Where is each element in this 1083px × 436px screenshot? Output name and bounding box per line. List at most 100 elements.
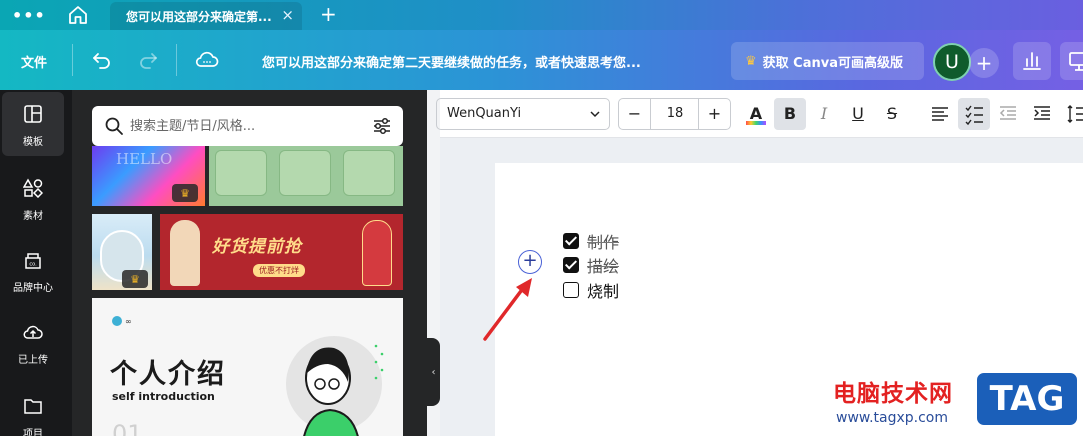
text-color-button[interactable]: A — [740, 98, 772, 130]
elements-icon — [23, 178, 43, 198]
sidebar-item-projects[interactable]: 项目 — [2, 384, 64, 436]
checklist-icon — [965, 105, 983, 126]
search-icon — [105, 117, 123, 135]
new-tab-button[interactable]: + — [320, 2, 337, 26]
outdent-icon — [999, 106, 1016, 120]
checklist-item[interactable]: 描绘 — [563, 253, 619, 277]
checklist-item-text[interactable]: 描绘 — [587, 253, 619, 277]
font-size-stepper: − 18 + — [618, 98, 731, 130]
browser-tab-bar: ••• 您可以用这部分来确定第... × + — [0, 0, 1083, 30]
line-spacing-button[interactable] — [1060, 98, 1083, 130]
add-element-button[interactable]: + — [518, 250, 542, 274]
browser-tab-active[interactable]: 您可以用这部分来确定第... × — [110, 2, 302, 30]
template-thumbnail[interactable]: 好货提前抢 优惠不打烊 — [160, 214, 403, 290]
underline-button[interactable]: U — [842, 98, 874, 130]
thumbnail-text: 优惠不打烊 — [253, 264, 305, 277]
sidebar-item-templates[interactable]: 模板 — [2, 92, 64, 156]
thumbnail-text: 01 — [112, 420, 143, 436]
sidebar-item-label: 品牌中心 — [13, 283, 53, 294]
checkbox-unchecked[interactable] — [563, 282, 579, 298]
sidebar-item-uploads[interactable]: 已上传 — [2, 310, 64, 374]
sidebar-item-label: 项目 — [23, 429, 43, 436]
sidebar-item-brand[interactable]: co. 品牌中心 — [2, 238, 64, 302]
undo-icon[interactable] — [90, 48, 114, 72]
illustration-person — [286, 336, 384, 436]
side-nav: 模板 素材 co. 品牌中心 已上传 项目 — [0, 90, 72, 436]
close-icon[interactable]: × — [281, 6, 294, 24]
indent-icon — [1034, 106, 1050, 120]
crown-icon: ♛ — [172, 184, 198, 202]
sidebar-item-label: 已上传 — [18, 355, 48, 366]
thumbnail-text: 个人介绍 — [110, 359, 226, 390]
bar-chart-icon — [1023, 52, 1041, 70]
redo-icon[interactable] — [136, 48, 160, 72]
watermark-text: 电脑技术网 — [833, 381, 953, 407]
svg-text:co.: co. — [29, 262, 37, 268]
analytics-button[interactable] — [1013, 42, 1051, 80]
chevron-down-icon — [590, 111, 600, 118]
template-thumbnail[interactable]: HELLO ♛ — [92, 146, 205, 206]
crown-icon: ♛ — [745, 53, 757, 69]
search-input[interactable] — [130, 114, 350, 138]
align-left-icon — [932, 107, 948, 121]
divider — [72, 44, 73, 76]
templates-panel: HELLO ♛ ♛ 好货提前抢 优惠不打烊 ∞ 个人介绍 self introd… — [72, 90, 427, 436]
watermark-url: www.tagxp.com — [836, 410, 948, 426]
avatar[interactable]: U — [933, 43, 971, 81]
checkbox-checked[interactable] — [563, 233, 579, 249]
tab-title: 您可以用这部分来确定第... — [126, 10, 272, 24]
file-menu-button[interactable]: 文件 — [21, 52, 47, 71]
home-icon[interactable] — [66, 3, 90, 27]
chevron-left-icon: ‹ — [431, 366, 436, 378]
editor-toolbar: 文件 您可以用这部分来确定第二天要继续做的任务，或者快速思考您... ♛ 获取 … — [0, 30, 1083, 90]
more-dots-icon[interactable]: ••• — [12, 6, 46, 25]
outdent-button[interactable] — [992, 98, 1024, 130]
watermark-logo: TAG — [974, 370, 1080, 428]
template-thumbnail[interactable]: ♛ — [92, 214, 152, 290]
present-button[interactable] — [1060, 42, 1083, 80]
thumbnail-logo: ∞ — [112, 316, 132, 326]
thumbnail-text: HELLO — [116, 150, 173, 168]
strikethrough-button[interactable]: S — [876, 98, 908, 130]
text-format-bar: WenQuanYi − 18 + A B I U S — [436, 90, 1083, 138]
checklist-item[interactable]: 制作 — [563, 229, 619, 253]
divider — [176, 44, 177, 76]
thumbnail-text: 好货提前抢 — [212, 237, 302, 257]
collapse-panel-button[interactable]: ‹ — [427, 338, 440, 406]
annotation-arrow — [483, 278, 532, 341]
document-title[interactable]: 您可以用这部分来确定第二天要继续做的任务，或者快速思考您... — [262, 52, 641, 71]
present-icon — [1069, 52, 1083, 71]
upload-icon — [23, 325, 43, 339]
template-thumbnail[interactable]: ∞ 个人介绍 self introduction 01 — [92, 298, 403, 436]
sidebar-item-label: 素材 — [23, 211, 43, 222]
sidebar-item-elements[interactable]: 素材 — [2, 166, 64, 230]
checklist-item-text[interactable]: 制作 — [587, 229, 619, 253]
template-search — [92, 106, 403, 146]
font-size-value[interactable]: 18 — [652, 106, 698, 121]
filter-icon[interactable] — [371, 115, 393, 137]
font-size-increase-button[interactable]: + — [698, 99, 730, 129]
checklist-item-text[interactable]: 烧制 — [587, 278, 619, 302]
thumbnail-text: self introduction — [112, 390, 215, 403]
cloud-sync-icon[interactable] — [194, 48, 219, 72]
italic-button[interactable]: I — [808, 98, 840, 130]
line-spacing-icon — [1067, 105, 1083, 123]
font-family-select[interactable]: WenQuanYi — [436, 98, 610, 130]
checkbox-checked[interactable] — [563, 257, 579, 273]
add-collaborator-button[interactable]: + — [969, 48, 999, 78]
bold-button[interactable]: B — [774, 98, 806, 130]
upgrade-button[interactable]: ♛ 获取 Canva可画高级版 — [731, 42, 924, 80]
crown-icon: ♛ — [122, 270, 148, 288]
checklist-button[interactable] — [958, 98, 990, 130]
sidebar-item-label: 模板 — [23, 137, 43, 148]
indent-button[interactable] — [1026, 98, 1058, 130]
font-family-value: WenQuanYi — [447, 106, 522, 121]
font-size-decrease-button[interactable]: − — [619, 99, 651, 129]
template-thumbnail[interactable] — [209, 146, 403, 206]
panel-collapse-area: ‹ — [427, 90, 440, 436]
align-left-button[interactable] — [924, 98, 956, 130]
folder-icon — [24, 399, 42, 414]
brand-icon: co. — [25, 253, 41, 269]
template-icon — [24, 105, 42, 123]
checklist-item[interactable]: 烧制 — [563, 278, 619, 302]
